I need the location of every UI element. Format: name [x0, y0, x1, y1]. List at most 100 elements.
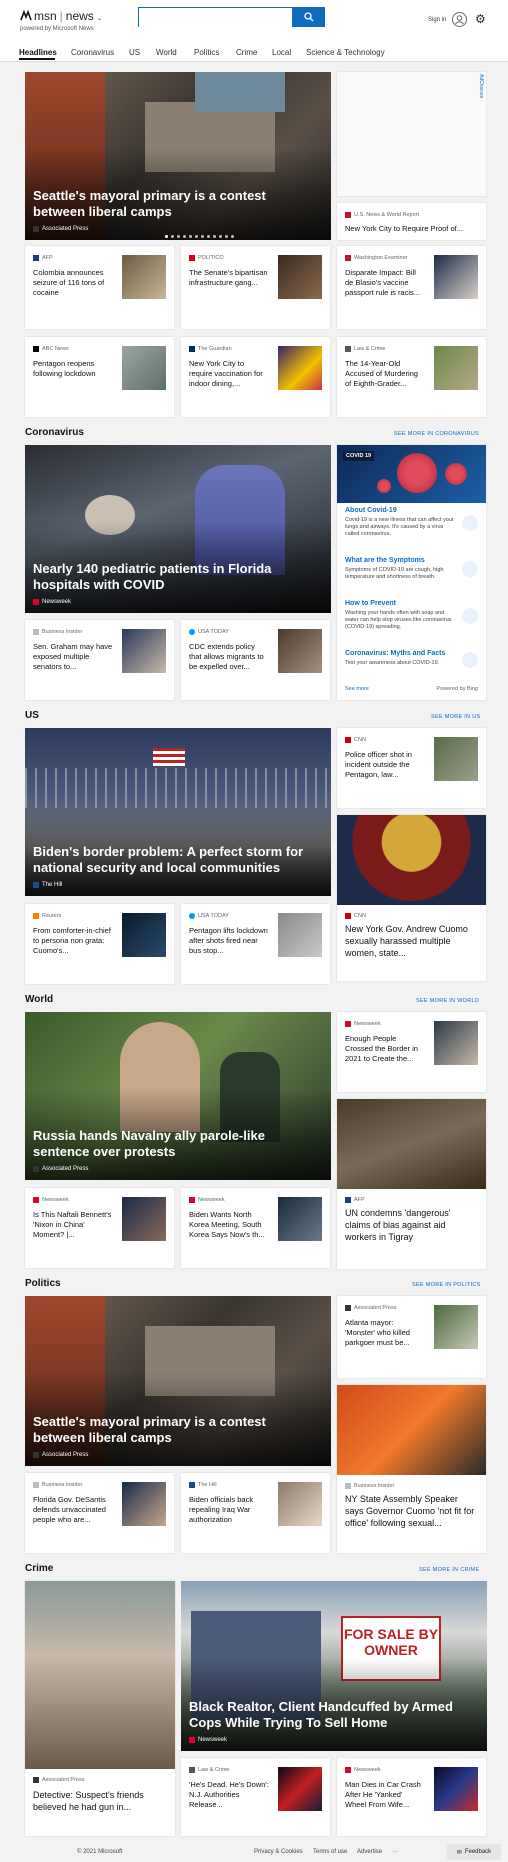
hero-card-coronavirus[interactable]: Nearly 140 pediatric patients in Florida… — [25, 445, 331, 613]
story-thumbnail[interactable] — [122, 346, 166, 390]
terms-link[interactable]: Terms of use — [313, 1849, 347, 1855]
search-input[interactable] — [139, 9, 292, 28]
story-title[interactable]: Police officer shot in incident outside … — [345, 750, 425, 780]
see-more-world-link[interactable]: SEE MORE IN WORLD — [416, 998, 479, 1004]
story-title[interactable]: New York City to require vaccination for… — [189, 359, 269, 389]
story-thumbnail[interactable] — [278, 1197, 322, 1241]
story-title[interactable]: The Senate's bipartisan infrastructure g… — [189, 268, 269, 288]
story-thumbnail[interactable] — [434, 1021, 478, 1065]
tab-world[interactable]: World — [156, 48, 177, 57]
story-title[interactable]: Disparate Impact: Bill de Blasio's vacci… — [345, 268, 425, 298]
story-thumbnail[interactable] — [434, 737, 478, 781]
story-card[interactable]: USA TODAY CDC extends policy that allows… — [181, 620, 330, 700]
hero-title[interactable]: Seattle's mayoral primary is a contest b… — [33, 1414, 321, 1446]
story-title[interactable]: 'He's Dead. He's Down': N.J. Authorities… — [189, 1780, 269, 1810]
section-heading-coronavirus[interactable]: Coronavirus — [25, 427, 84, 438]
carousel-dots[interactable] — [165, 235, 234, 238]
hero-card-us[interactable]: Biden's border problem: A perfect storm … — [25, 728, 331, 896]
sign-in-link[interactable]: Sign in — [428, 17, 446, 23]
see-more-us-link[interactable]: SEE MORE IN US — [431, 714, 480, 720]
advertise-link[interactable]: Advertise — [357, 1849, 382, 1855]
story-title[interactable]: New York City to Require Proof of... — [345, 224, 475, 234]
story-title[interactable]: Pentagon reopens following lockdown — [33, 359, 113, 379]
story-card[interactable]: POLITICO The Senate's bipartisan infrast… — [181, 246, 330, 329]
see-more-crime-link[interactable]: SEE MORE IN CRIME — [419, 1567, 479, 1573]
covid-item-about[interactable]: About Covid-19 Covid-19 is a new illness … — [345, 507, 455, 538]
section-heading-us[interactable]: US — [25, 710, 39, 721]
hero-title[interactable]: Russia hands Navalny ally parole-like se… — [33, 1128, 321, 1160]
covid-item-myths[interactable]: Coronavirus: Myths and Facts Test your aw… — [345, 650, 455, 667]
story-card[interactable]: Reuters From comforter-in-chief to perso… — [25, 904, 174, 984]
story-thumbnail[interactable] — [122, 1482, 166, 1526]
story-image[interactable] — [25, 1581, 175, 1769]
chevron-down-icon[interactable]: ⌄ — [97, 16, 102, 22]
story-card[interactable]: Associated Press Atlanta mayor: 'Monster… — [337, 1296, 486, 1378]
story-card[interactable]: Law & Crime 'He's Dead. He's Down': N.J.… — [181, 1758, 330, 1836]
hero-card-world[interactable]: Russia hands Navalny ally parole-like se… — [25, 1012, 331, 1180]
section-heading-politics[interactable]: Politics — [25, 1278, 61, 1289]
story-thumbnail[interactable] — [122, 629, 166, 673]
story-title[interactable]: Colombia announces seizure of 116 tons o… — [33, 268, 113, 298]
story-thumbnail[interactable] — [122, 1197, 166, 1241]
story-card[interactable]: USA TODAY Pentagon lifts lockdown after … — [181, 904, 330, 984]
story-card[interactable]: ABC News Pentagon reopens following lock… — [25, 337, 174, 417]
story-title[interactable]: Detective: Suspect's friends believed he… — [33, 1789, 167, 1813]
hero-card-headlines[interactable]: Seattle's mayoral primary is a contest b… — [25, 72, 331, 240]
story-thumbnail[interactable] — [278, 1767, 322, 1811]
story-thumbnail[interactable] — [434, 1767, 478, 1811]
hero-title[interactable]: Nearly 140 pediatric patients in Florida… — [33, 561, 321, 593]
story-card[interactable]: Newsweek Enough People Crossed the Borde… — [337, 1012, 486, 1092]
story-title[interactable]: UN condemns 'dangerous' claims of bias a… — [345, 1207, 478, 1243]
story-card[interactable]: Law & Crime The 14-Year-Old Accused of M… — [337, 337, 486, 417]
story-title[interactable]: New York Gov. Andrew Cuomo sexually hara… — [345, 923, 478, 959]
section-heading-crime[interactable]: Crime — [25, 1563, 53, 1574]
story-card[interactable]: CNN Police officer shot in incident outs… — [337, 728, 486, 808]
search-button[interactable] — [293, 7, 325, 27]
story-title[interactable]: Florida Gov. DeSantis defends unvaccinat… — [33, 1495, 113, 1525]
story-card[interactable]: Associated Press Detective: Suspect's fr… — [25, 1581, 175, 1836]
story-thumbnail[interactable] — [278, 913, 322, 957]
tab-headlines[interactable]: Headlines — [19, 48, 57, 57]
hero-title[interactable]: Black Realtor, Client Handcuffed by Arme… — [189, 1699, 477, 1731]
story-card[interactable]: Business Insider Florida Gov. DeSantis d… — [25, 1473, 174, 1553]
story-title[interactable]: The 14-Year-Old Accused of Murdering of … — [345, 359, 425, 389]
story-card[interactable]: AFP UN condemns 'dangerous' claims of bi… — [337, 1099, 486, 1269]
avatar[interactable] — [452, 12, 467, 27]
ad-slot[interactable]: AdChoices — [337, 72, 486, 196]
hero-title[interactable]: Seattle's mayoral primary is a contest b… — [33, 188, 321, 220]
story-card[interactable]: Newsweek Is This Naftali Bennett's 'Nixo… — [25, 1188, 174, 1268]
hero-card-crime[interactable]: FOR SALE BY OWNER Black Realtor, Client … — [181, 1581, 487, 1751]
story-thumbnail[interactable] — [434, 346, 478, 390]
story-image[interactable] — [337, 1385, 486, 1475]
tab-local[interactable]: Local — [272, 48, 291, 57]
story-title[interactable]: CDC extends policy that allows migrants … — [189, 642, 269, 672]
tab-science-technology[interactable]: Science & Technology — [306, 48, 385, 57]
feedback-button[interactable]: ✉ Feedback — [447, 1844, 501, 1860]
story-title[interactable]: Man Dies in Car Crash After He 'Yanked' … — [345, 1780, 425, 1810]
side-story-card[interactable]: U.S. News & World Report New York City t… — [337, 203, 486, 240]
hero-title[interactable]: Biden's border problem: A perfect storm … — [33, 844, 321, 876]
story-card[interactable]: The Hill Biden officials back repealing … — [181, 1473, 330, 1553]
story-card[interactable]: Newsweek Biden Wants North Korea Meeting… — [181, 1188, 330, 1268]
covid-item-symptoms[interactable]: What are the Symptoms Symptoms of COVID-1… — [345, 557, 455, 581]
story-card[interactable]: Business Insider Sen. Graham may have ex… — [25, 620, 174, 700]
see-more-coronavirus-link[interactable]: SEE MORE IN CORONAVIRUS — [394, 431, 479, 437]
covid-see-more-link[interactable]: See more — [345, 686, 369, 692]
story-title[interactable]: Atlanta mayor: 'Monster' who killed park… — [345, 1318, 425, 1348]
story-card[interactable]: Business Insider NY State Assembly Speak… — [337, 1385, 486, 1553]
story-thumbnail[interactable] — [278, 346, 322, 390]
covid-item-prevent[interactable]: How to Prevent Washing your hands often w… — [345, 600, 455, 631]
story-title[interactable]: Sen. Graham may have exposed multiple se… — [33, 642, 113, 672]
story-thumbnail[interactable] — [278, 255, 322, 299]
section-heading-world[interactable]: World — [25, 994, 53, 1005]
msn-logo[interactable]: msn | news ⌄ — [20, 9, 102, 23]
story-card[interactable]: The Guardian New York City to require va… — [181, 337, 330, 417]
see-more-politics-link[interactable]: SEE MORE IN POLITICS — [412, 1282, 481, 1288]
story-card[interactable]: CNN New York Gov. Andrew Cuomo sexually … — [337, 815, 486, 981]
story-title[interactable]: Is This Naftali Bennett's 'Nixon in Chin… — [33, 1210, 113, 1240]
story-thumbnail[interactable] — [434, 1305, 478, 1349]
story-thumbnail[interactable] — [278, 629, 322, 673]
story-card[interactable]: Washington Examiner Disparate Impact: Bi… — [337, 246, 486, 329]
story-thumbnail[interactable] — [434, 255, 478, 299]
tab-us[interactable]: US — [129, 48, 140, 57]
